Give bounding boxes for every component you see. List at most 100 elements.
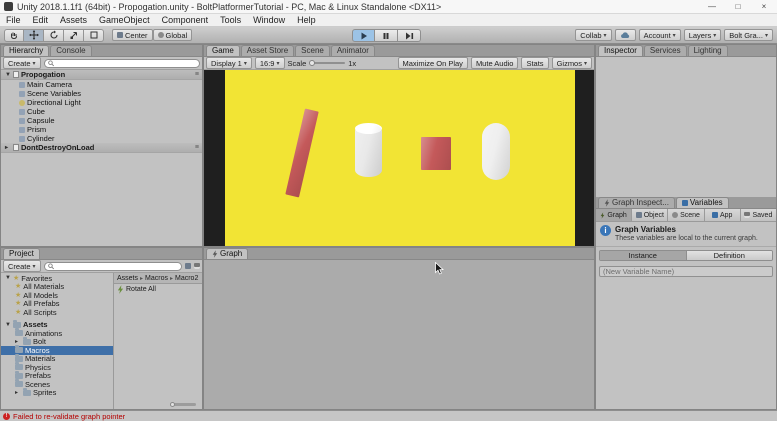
cloud-button[interactable] (615, 29, 636, 41)
tab-asset-store[interactable]: Asset Store (241, 45, 294, 56)
favorite-all-materials[interactable]: ★All Materials (1, 283, 113, 292)
hierarchy-item-directional-light[interactable]: Directional Light (1, 98, 202, 107)
hierarchy-item-cylinder[interactable]: Cylinder (1, 134, 202, 143)
foldout-closed-icon[interactable]: ▸ (15, 389, 21, 396)
mode-label: Instance (629, 251, 657, 260)
mute-audio-toggle[interactable]: Mute Audio (471, 57, 519, 69)
tab-inspector[interactable]: Inspector (598, 45, 643, 56)
minimize-button[interactable]: — (699, 0, 725, 13)
project-zoom-slider[interactable] (170, 403, 196, 406)
tab-hierarchy[interactable]: Hierarchy (3, 45, 49, 56)
graph-canvas[interactable] (204, 260, 594, 409)
mode-tab-instance[interactable]: Instance (600, 251, 687, 260)
hand-tool-button[interactable] (4, 29, 24, 42)
scene-header-propogation[interactable]: ▼ Propogation ≡ (1, 70, 202, 80)
hierarchy-search-input[interactable] (56, 59, 196, 67)
scope-tab-saved[interactable]: Saved (741, 209, 776, 221)
menu-window[interactable]: Window (247, 14, 291, 27)
tab-console[interactable]: Console (50, 45, 91, 56)
folder-scenes[interactable]: Scenes (1, 380, 113, 389)
scale-tool-button[interactable] (64, 29, 84, 42)
slider-knob[interactable] (170, 402, 175, 407)
scope-tab-scene[interactable]: Scene (668, 209, 704, 221)
hierarchy-item-cube[interactable]: Cube (1, 107, 202, 116)
menu-tools[interactable]: Tools (214, 14, 247, 27)
tab-services[interactable]: Services (644, 45, 687, 56)
new-variable-input[interactable] (599, 266, 773, 277)
scene-menu-icon[interactable]: ≡ (195, 71, 199, 78)
hierarchy-create-button[interactable]: Create ▾ (3, 57, 41, 69)
favorites-header[interactable]: ▼ ★ Favorites (1, 274, 113, 283)
menu-assets[interactable]: Assets (54, 14, 93, 27)
favorite-all-scripts[interactable]: ★All Scripts (1, 308, 113, 317)
search-by-type-icon[interactable] (185, 263, 191, 269)
hierarchy-item-main-camera[interactable]: Main Camera (1, 80, 202, 89)
project-search-input[interactable] (56, 262, 178, 270)
hierarchy-item-prism[interactable]: Prism (1, 125, 202, 134)
favorite-all-models[interactable]: ★All Models (1, 291, 113, 300)
tab-graph-inspector[interactable]: Graph Inspect... (598, 197, 675, 208)
mode-tab-definition[interactable]: Definition (687, 251, 773, 260)
rect-tool-button[interactable] (84, 29, 104, 42)
maximize-button[interactable]: □ (725, 0, 751, 13)
menu-file[interactable]: File (0, 14, 27, 27)
project-create-button[interactable]: Create ▾ (3, 260, 41, 272)
collab-button[interactable]: Collab ▾ (575, 29, 611, 41)
display-dropdown[interactable]: Display 1 ▾ (206, 57, 252, 69)
saved-scope-icon (744, 212, 750, 218)
hierarchy-searchbox[interactable] (44, 59, 200, 68)
tab-project[interactable]: Project (3, 248, 40, 259)
tab-lighting[interactable]: Lighting (688, 45, 728, 56)
move-tool-button[interactable] (24, 29, 44, 42)
foldout-open-icon[interactable]: ▼ (5, 275, 11, 281)
foldout-closed-icon[interactable]: ▸ (15, 338, 21, 345)
scope-tab-graph[interactable]: Graph (596, 209, 632, 221)
aspect-dropdown[interactable]: 16:9 ▾ (255, 57, 285, 69)
scene-menu-icon[interactable]: ≡ (195, 144, 199, 151)
favorite-all-prefabs[interactable]: ★All Prefabs (1, 300, 113, 309)
folder-sprites[interactable]: ▸Sprites (1, 389, 113, 398)
hierarchy-item-scene-variables[interactable]: Scene Variables (1, 89, 202, 98)
tab-scene[interactable]: Scene (295, 45, 330, 56)
tab-game[interactable]: Game (206, 45, 240, 56)
search-by-label-icon[interactable] (194, 263, 200, 269)
tab-variables[interactable]: Variables (676, 197, 729, 208)
tab-animator[interactable]: Animator (331, 45, 375, 56)
status-bar[interactable]: ! Failed to re-validate graph pointer (0, 410, 777, 421)
menu-edit[interactable]: Edit (27, 14, 55, 27)
project-searchbox[interactable] (44, 262, 182, 271)
chevron-down-icon: ▾ (673, 32, 676, 39)
rotate-tool-button[interactable] (44, 29, 64, 42)
asset-rotate-all[interactable]: Rotate All (114, 284, 202, 294)
breadcrumb-macros[interactable]: Macros (145, 275, 168, 282)
account-dropdown[interactable]: Account ▾ (639, 29, 681, 41)
tab-graph[interactable]: Graph (206, 248, 248, 259)
pause-button[interactable] (375, 29, 398, 42)
folder-animations[interactable]: Animations (1, 329, 113, 338)
breadcrumb-macro2[interactable]: Macro2 (175, 275, 198, 282)
scope-tab-object[interactable]: Object (632, 209, 668, 221)
scene-header-dontdestroyonload[interactable]: ▸ DontDestroyOnLoad ≡ (1, 143, 202, 153)
foldout-open-icon[interactable]: ▼ (5, 322, 11, 328)
hierarchy-item-capsule[interactable]: Capsule (1, 116, 202, 125)
slider-knob[interactable] (309, 60, 315, 66)
step-button[interactable] (398, 29, 421, 42)
pivot-toggle-button[interactable]: Center (112, 29, 153, 41)
menu-gameobject[interactable]: GameObject (93, 14, 156, 27)
layout-dropdown[interactable]: Bolt Gra... ▾ (724, 29, 773, 41)
menu-component[interactable]: Component (156, 14, 215, 27)
orientation-toggle-button[interactable]: Global (153, 29, 193, 41)
stats-toggle[interactable]: Stats (521, 57, 548, 69)
breadcrumb-assets[interactable]: Assets (117, 275, 138, 282)
close-button[interactable]: × (751, 0, 777, 13)
gizmos-dropdown[interactable]: Gizmos▾ (552, 57, 592, 69)
scale-slider[interactable] (309, 62, 345, 64)
foldout-open-icon[interactable]: ▼ (5, 72, 11, 78)
layers-dropdown[interactable]: Layers ▾ (684, 29, 722, 41)
menu-help[interactable]: Help (291, 14, 322, 27)
transform-tools (4, 29, 104, 42)
scope-tab-app[interactable]: App (705, 209, 741, 221)
foldout-closed-icon[interactable]: ▸ (5, 144, 11, 151)
play-button[interactable] (352, 29, 375, 42)
maximize-on-play-toggle[interactable]: Maximize On Play (398, 57, 468, 69)
